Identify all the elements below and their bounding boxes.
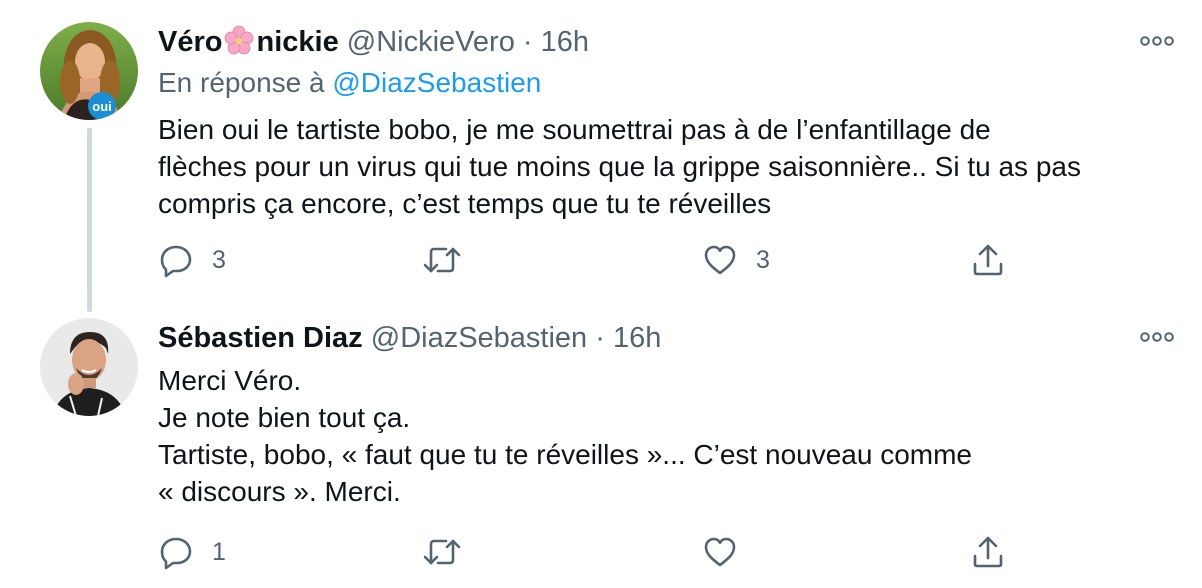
tweet[interactable]: oui Véro nickie @NickieVero · 16h En rép… (0, 0, 1202, 296)
separator-dot: · (522, 26, 533, 58)
share-button[interactable] (970, 532, 1006, 572)
separator-dot: · (595, 322, 605, 354)
reply-icon (160, 245, 192, 278)
avatar-badge-text: oui (92, 99, 112, 114)
heart-icon (704, 245, 736, 275)
conversation-thread: oui Véro nickie @NickieVero · 16h En rép… (0, 0, 1202, 588)
thread-line (87, 296, 92, 312)
more-options-button[interactable] (1140, 330, 1174, 344)
more-icon (1140, 332, 1174, 342)
display-name[interactable]: Sébastien Diaz (158, 322, 363, 354)
reply-icon (160, 537, 192, 570)
tweet-actions: 1 (158, 532, 1058, 572)
tweet-header: Véro nickie @NickieVero · 16h (158, 24, 589, 64)
tweet-header: Sébastien Diaz @DiazSebastien · 16h (158, 320, 661, 356)
tweet-text-line: compris ça encore, c’est temps que tu te… (158, 188, 772, 219)
tweet-actions: 3 3 (158, 240, 1058, 280)
reply-mention-link[interactable]: @DiazSebastien (332, 67, 541, 98)
tweet-text-line: Tartiste, bobo, « faut que tu te réveill… (158, 439, 972, 470)
tweet-text-line: Je note bien tout ça. (158, 402, 411, 433)
reply-count: 3 (212, 245, 226, 274)
tweet-text-line: Bien oui le tartiste bobo, je me soumett… (158, 114, 991, 145)
avatar[interactable]: oui (40, 22, 138, 120)
retweet-button[interactable] (422, 240, 480, 280)
share-button[interactable] (970, 240, 1006, 280)
timestamp[interactable]: 16h (613, 322, 661, 354)
tweet-text: Merci Véro. Je note bien tout ça. Tartis… (158, 362, 972, 510)
reply-count: 1 (212, 537, 226, 566)
display-name[interactable]: Véro nickie (158, 25, 339, 58)
reply-context: En réponse à @DiazSebastien (158, 65, 541, 101)
retweet-icon (423, 247, 461, 273)
tweet-text-line: flèches pour un virus qui tue moins que … (158, 151, 1081, 182)
tweet-text-line: Merci Véro. (158, 365, 302, 396)
tweet[interactable]: Sébastien Diaz @DiazSebastien · 16h Merc… (0, 296, 1202, 588)
cherry-blossom-icon (224, 25, 254, 64)
tweet-text-line: « discours ». Merci. (158, 476, 401, 507)
more-icon (1140, 36, 1174, 46)
heart-icon (704, 537, 736, 567)
share-icon (973, 536, 1003, 568)
thread-line (87, 128, 92, 296)
user-handle[interactable]: @DiazSebastien (371, 322, 587, 354)
retweet-button[interactable] (422, 532, 480, 572)
timestamp[interactable]: 16h (541, 26, 589, 58)
share-icon (973, 244, 1003, 276)
reply-button[interactable]: 1 (158, 532, 226, 572)
reply-button[interactable]: 3 (158, 240, 226, 280)
like-button[interactable] (702, 532, 756, 572)
tweet-text: Bien oui le tartiste bobo, je me soumett… (158, 111, 1081, 222)
user-handle[interactable]: @NickieVero (347, 26, 515, 58)
retweet-icon (423, 539, 461, 565)
more-options-button[interactable] (1140, 34, 1174, 48)
like-count: 3 (756, 245, 770, 274)
like-button[interactable]: 3 (702, 240, 770, 280)
reply-prefix: En réponse à (158, 67, 325, 98)
avatar[interactable] (40, 318, 138, 416)
